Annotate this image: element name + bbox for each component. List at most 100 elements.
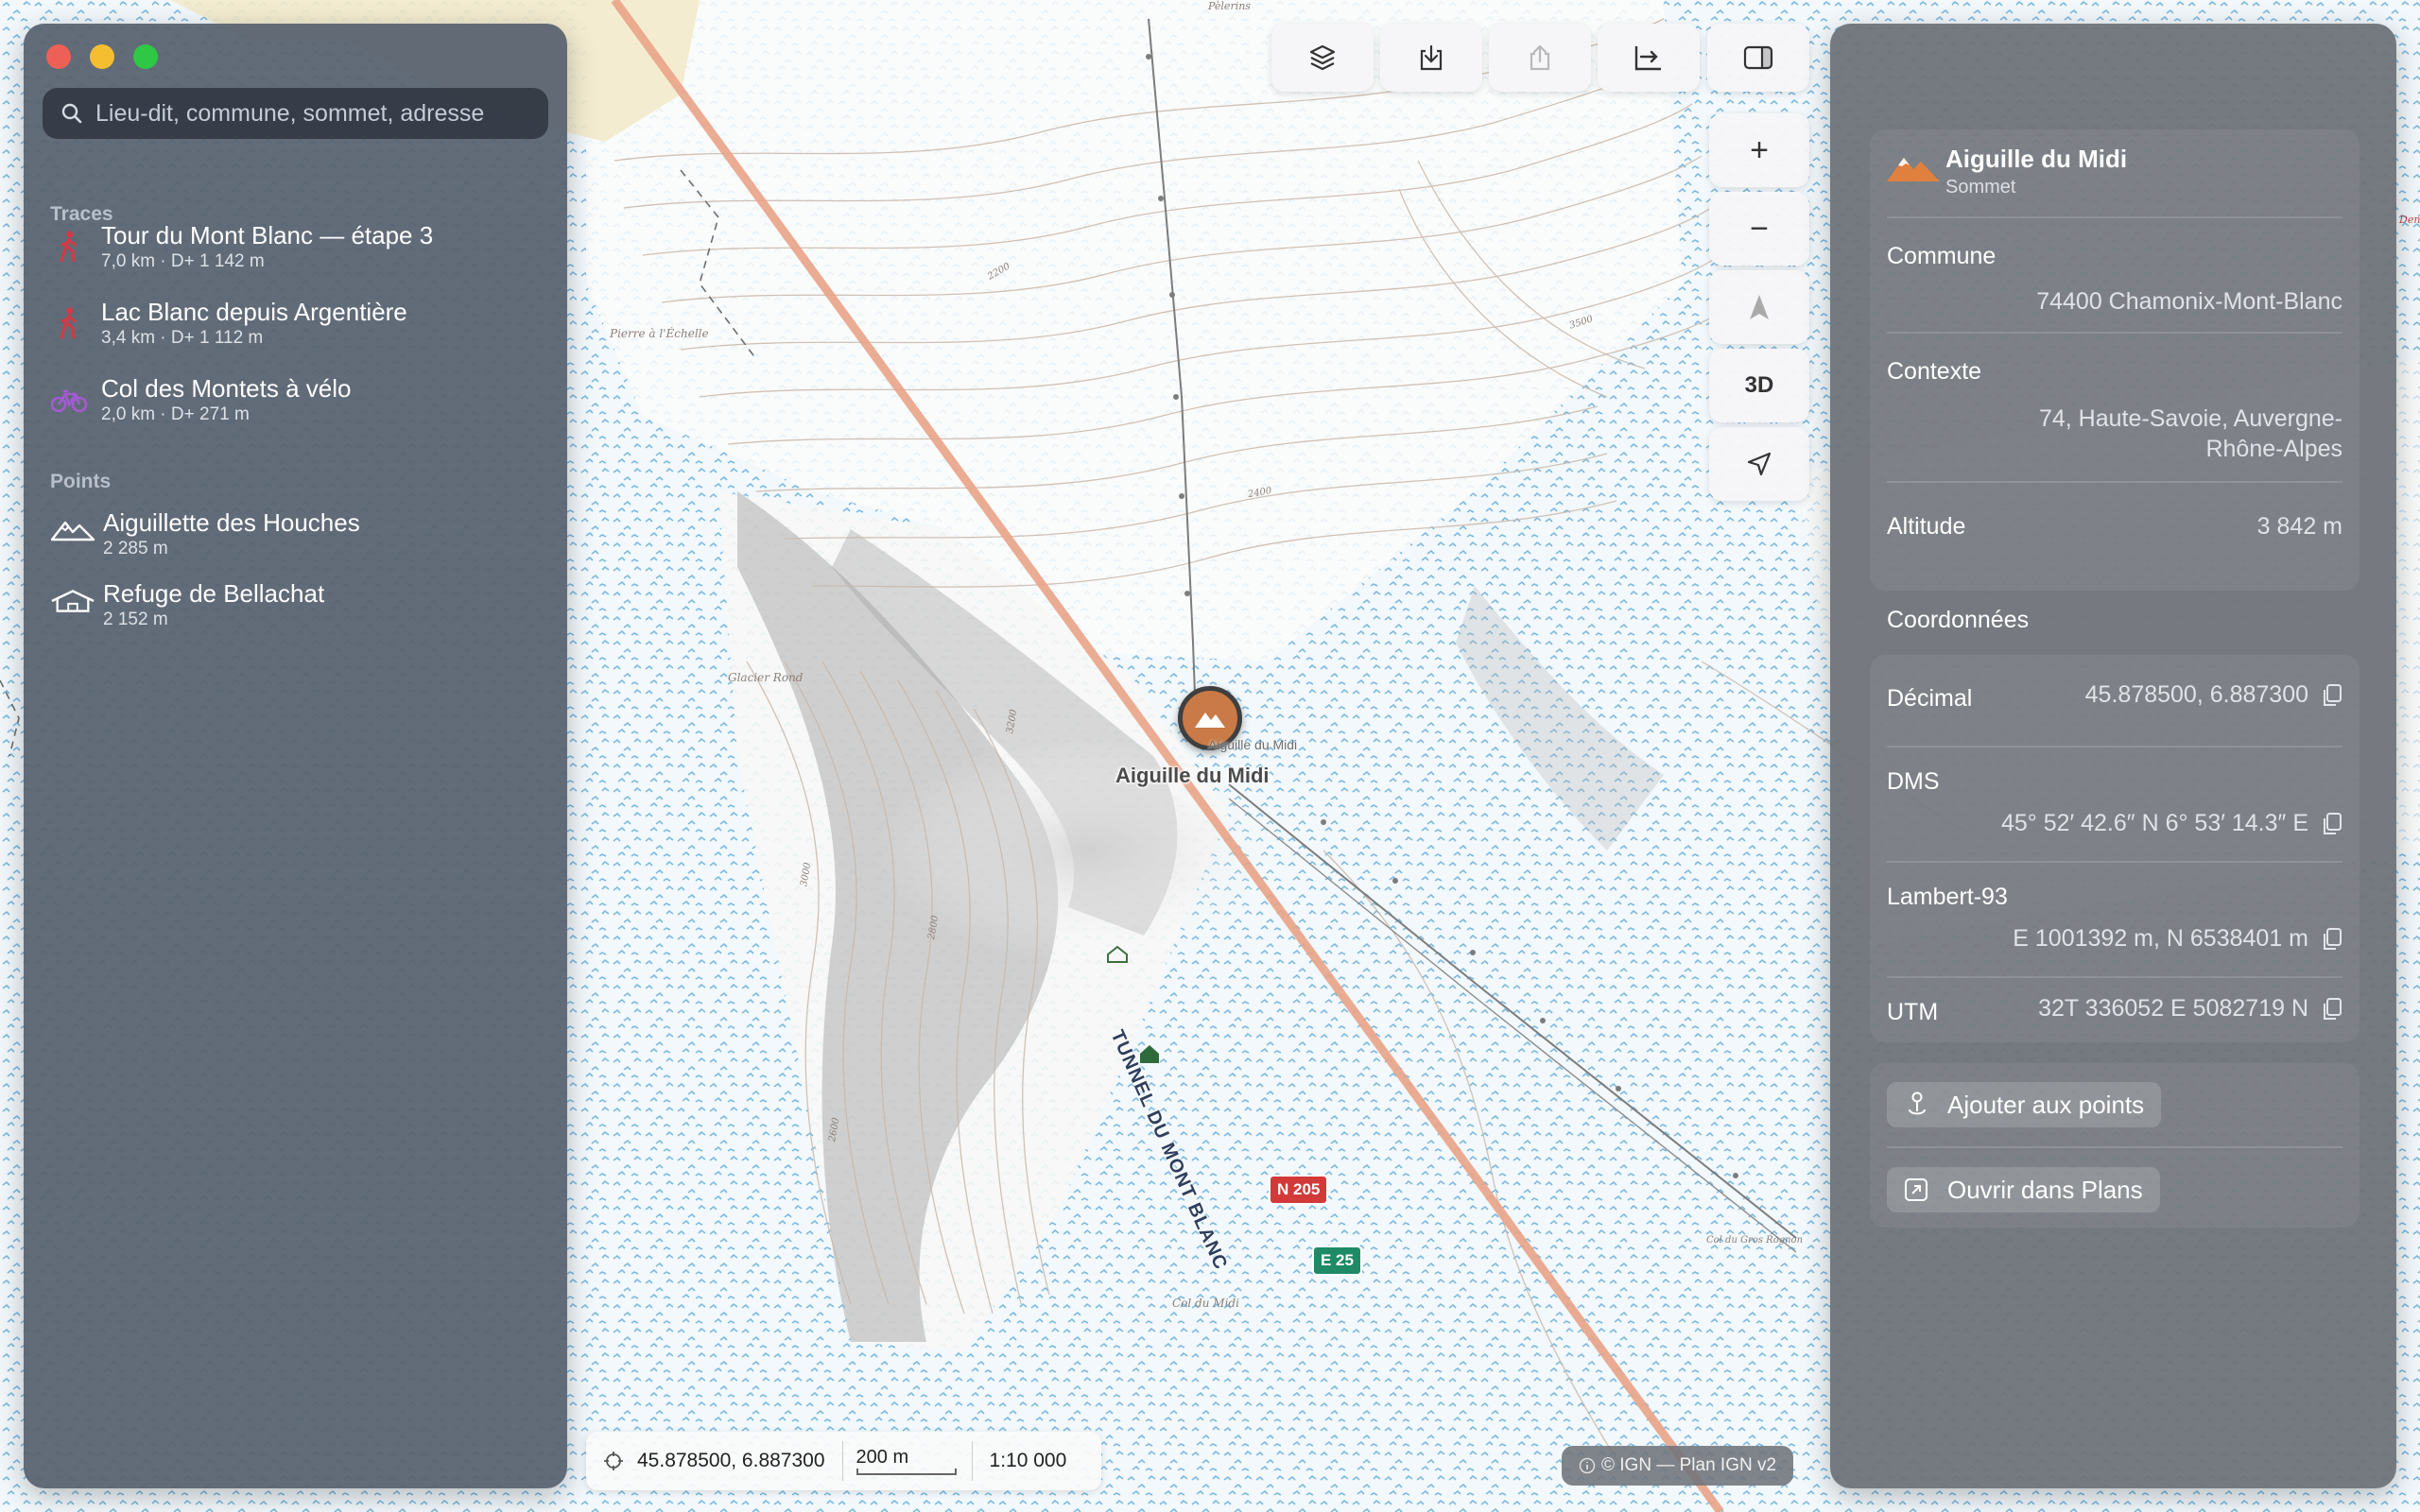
trace-item[interactable]: Lac Blanc depuis Argentière 3,4 km · D+ … (50, 297, 551, 363)
layers-button[interactable] (1271, 24, 1374, 92)
divider (1887, 1146, 2342, 1148)
decimal-row: 45.878500, 6.887300 (2085, 681, 2342, 709)
actions-card: Ajouter aux points Ouvrir dans Plans (1870, 1063, 2360, 1228)
point-altitude: 2 285 m (103, 539, 168, 558)
lambert-value: E 1001392 m, N 6538401 m (2013, 925, 2308, 952)
bike-icon (50, 381, 88, 419)
attribution[interactable]: © IGN — Plan IGN v2 (1562, 1446, 1794, 1486)
dms-value: 45° 52′ 42.6″ N 6° 53′ 14.3″ E (2000, 810, 2308, 836)
divider (841, 1441, 843, 1481)
trace-title: Lac Blanc depuis Argentière (101, 298, 407, 326)
place-type: Sommet (1945, 177, 2016, 198)
zoom-out-button[interactable]: − (1709, 192, 1809, 266)
trace-item[interactable]: Tour du Mont Blanc — étape 3 7,0 km · D+… (50, 220, 551, 286)
copy-icon[interactable] (2322, 683, 2342, 708)
place-label: Col du Gros Rognon (1706, 1235, 1804, 1246)
sidebar: Traces Tour du Mont Blanc — étape 3 7,0 … (24, 24, 567, 1488)
search-bar[interactable] (43, 88, 548, 139)
trace-elevation: D+ 1 112 m (170, 328, 264, 348)
search-input[interactable] (95, 99, 540, 128)
road-shield-n205: N 205 (1269, 1175, 1329, 1205)
commune-value: 74400 Chamonix-Mont-Blanc (2036, 288, 2342, 315)
scale-bar-line (856, 1469, 957, 1475)
peak-map-label[interactable]: Aiguille du Midi (1115, 764, 1270, 788)
points-section-title: Points (50, 471, 112, 492)
mountain-icon (1885, 150, 1942, 189)
utm-label: UTM (1887, 999, 1939, 1025)
zoom-window-button[interactable] (133, 44, 158, 69)
compass-button[interactable] (1709, 270, 1809, 344)
trace-distance: 2,0 km (101, 404, 156, 424)
commune-label: Commune (1887, 243, 1996, 269)
elevation-profile-button[interactable] (1598, 24, 1700, 92)
share-icon (1530, 44, 1550, 71)
trace-elevation: D+ 271 m (170, 404, 250, 424)
contexte-label: Contexte (1887, 358, 1982, 385)
open-in-maps-button[interactable]: Ouvrir dans Plans (1887, 1167, 2160, 1212)
layers-icon (1309, 44, 1336, 71)
place-label: Pierre à l'Échelle (610, 327, 709, 340)
cursor-coordinates: 45.878500, 6.887300 (637, 1450, 825, 1471)
search-icon (61, 103, 82, 124)
dms-label: DMS (1887, 768, 1940, 795)
road-shield-e25: E 25 (1312, 1246, 1362, 1276)
place-label: Glacier Rond (728, 671, 804, 684)
zoom-in-button[interactable]: + (1709, 113, 1809, 187)
scale-ratio: 1:10 000 (989, 1450, 1067, 1471)
copy-icon[interactable] (2322, 812, 2342, 836)
place-details-card: Aiguille du Midi Sommet Commune 74400 Ch… (1870, 129, 2360, 591)
copy-icon[interactable] (2322, 927, 2342, 952)
place-label: Den (2399, 214, 2420, 226)
point-title: Aiguillette des Houches (103, 508, 360, 537)
utm-value: 32T 336052 E 5082719 N (2038, 995, 2308, 1022)
coordinates-card: Décimal 45.878500, 6.887300 DMS 45° 52′ … (1870, 655, 2360, 1042)
trace-distance: 3,4 km (101, 328, 156, 348)
trace-elevation: D+ 1 142 m (170, 251, 265, 271)
divider (1887, 746, 2342, 747)
point-altitude: 2 152 m (103, 610, 168, 629)
divider (1887, 976, 2342, 978)
crosshair-icon (604, 1452, 623, 1470)
add-to-points-label: Ajouter aux points (1947, 1090, 2145, 1119)
copy-icon[interactable] (2322, 997, 2342, 1022)
minimize-window-button[interactable] (90, 44, 114, 69)
contexte-value: 74, Haute-Savoie, Auvergne-Rhône-Alpes (2038, 405, 2342, 462)
attribution-text: © IGN — Plan IGN v2 (1601, 1455, 1777, 1475)
locate-me-button[interactable] (1709, 427, 1809, 501)
point-title: Refuge de Bellachat (103, 579, 325, 608)
lambert-label: Lambert-93 (1887, 884, 2008, 910)
scale-bar: 200 m (856, 1447, 960, 1475)
peak-map-label-small: Aiguille du Midi (1208, 737, 1298, 752)
share-button[interactable] (1489, 24, 1591, 92)
external-link-icon (1905, 1178, 1927, 1201)
divider (1887, 216, 2342, 218)
divider (1887, 861, 2342, 863)
point-item[interactable]: Refuge de Bellachat 2 152 m (50, 578, 551, 644)
download-button[interactable] (1380, 24, 1482, 92)
coordinates-section-title: Coordonnées (1887, 607, 2030, 633)
sidebar-icon (1743, 45, 1773, 70)
info-icon (1579, 1457, 1596, 1474)
altitude-value: 3 842 m (2256, 513, 2342, 540)
compass-arrow-icon (1750, 295, 1769, 319)
trace-stats: 2,0 km · D+ 271 m (101, 404, 250, 424)
trace-stats: 7,0 km · D+ 1 142 m (101, 251, 265, 271)
add-to-points-button[interactable]: Ajouter aux points (1887, 1082, 2162, 1127)
decimal-label: Décimal (1887, 685, 1973, 712)
3d-toggle-button[interactable]: 3D (1709, 349, 1809, 422)
mountain-icon (50, 511, 95, 549)
plus-icon: + (1750, 131, 1769, 168)
close-window-button[interactable] (46, 44, 71, 69)
place-label: Col du Midi (1172, 1297, 1239, 1310)
trace-item[interactable]: Col des Montets à vélo 2,0 km · D+ 271 m (50, 373, 551, 439)
trace-title: Tour du Mont Blanc — étape 3 (101, 221, 434, 249)
point-item[interactable]: Aiguillette des Houches 2 285 m (50, 507, 551, 574)
toggle-inspector-button[interactable] (1707, 24, 1809, 92)
hut-icon (50, 582, 95, 620)
decimal-value: 45.878500, 6.887300 (2084, 681, 2308, 708)
place-label: Pèlerins (1208, 0, 1251, 12)
window-controls (46, 44, 158, 69)
profile-icon (1634, 46, 1661, 71)
divider (971, 1441, 973, 1481)
pin-add-icon (1909, 1091, 1926, 1115)
